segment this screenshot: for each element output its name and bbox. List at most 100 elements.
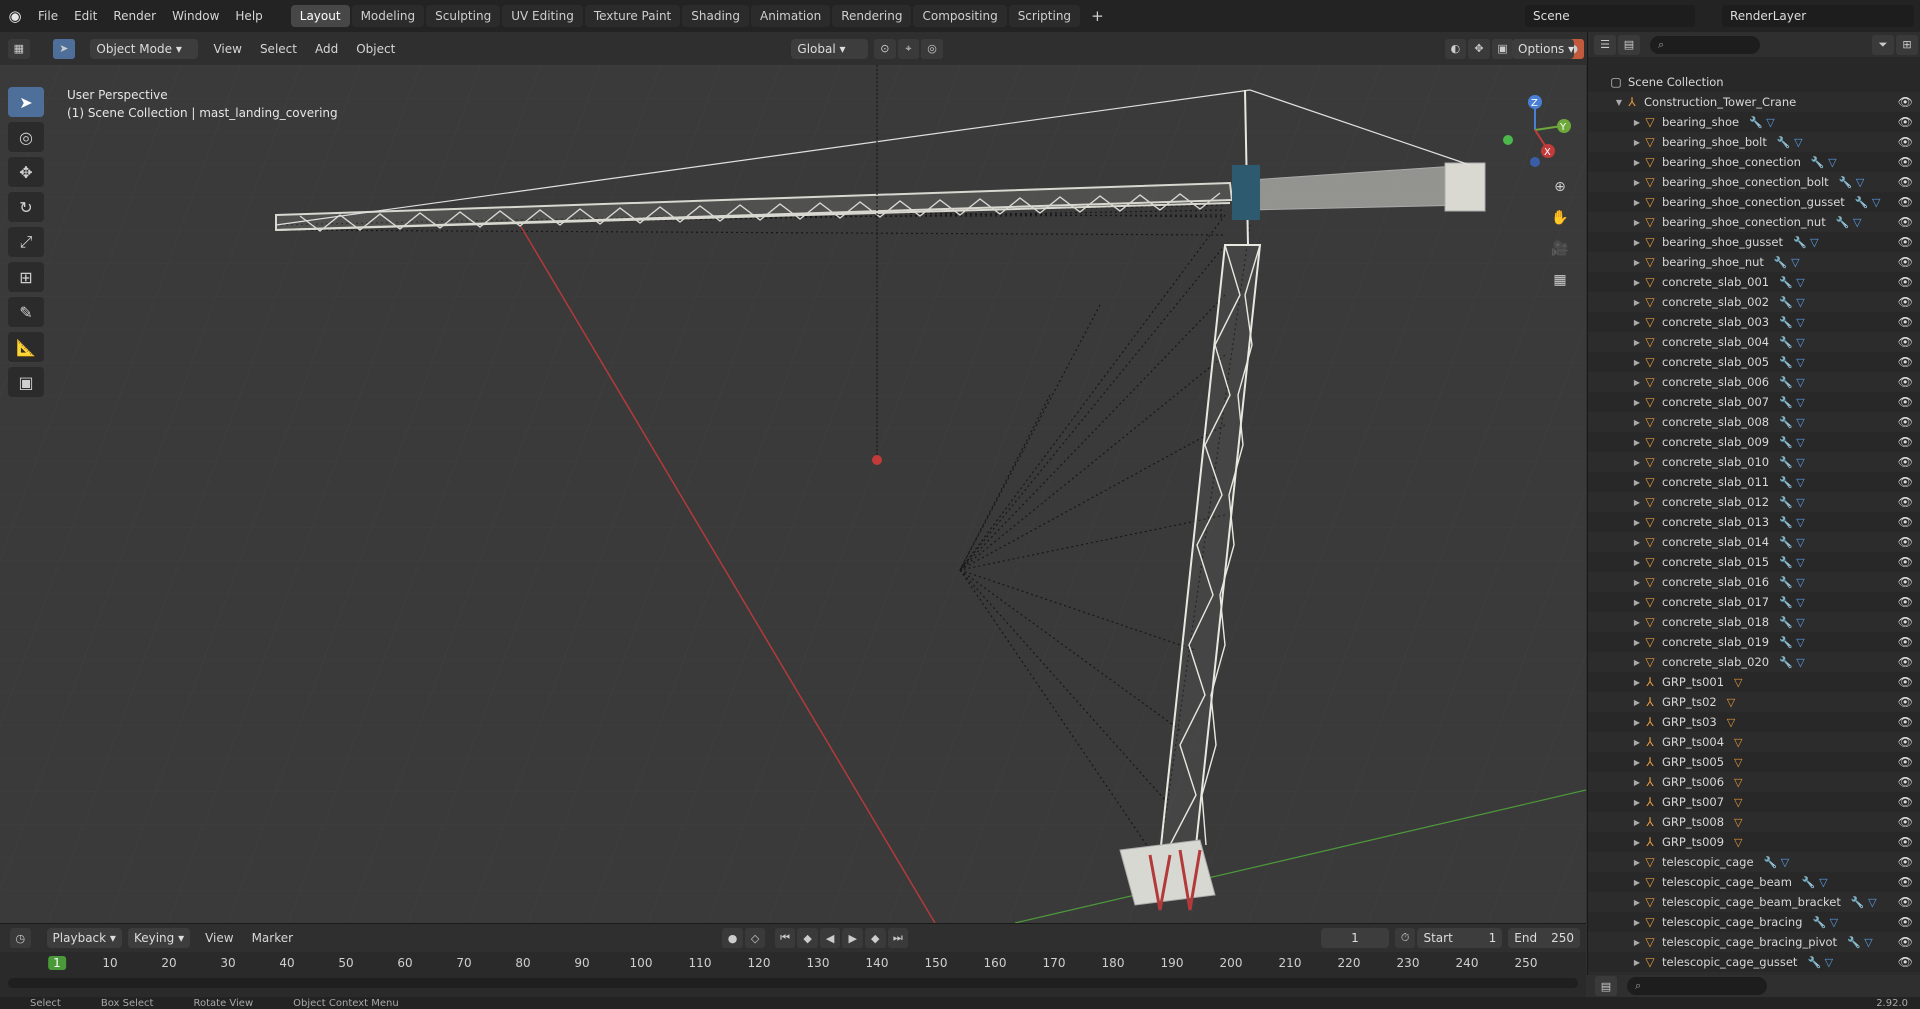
outliner-item[interactable]: ▶ ▽ concrete_slab_014 🔧 ▽ 👁 [1588,532,1920,552]
visibility-eye-icon[interactable]: 👁 [1898,775,1913,789]
expand-icon[interactable]: ▶ [1632,198,1642,207]
select-tool-icon[interactable]: ➤ [8,87,44,117]
gizmo-icon[interactable]: ✥ [1468,38,1490,59]
playback-dropdown[interactable]: Playback ▾ [46,928,122,948]
outliner-editor-icon[interactable]: ☰ [1594,34,1616,55]
outliner-item[interactable]: ▶ ▽ bearing_shoe_nut 🔧 ▽ 👁 [1588,252,1920,272]
outliner-item[interactable]: ▶ ⅄ GRP_ts005 ▽ 👁 [1588,752,1920,772]
modifier-icon[interactable]: 🔧 ▽ [1779,616,1805,629]
expand-icon[interactable]: ▶ [1632,298,1642,307]
visibility-eye-icon[interactable]: 👁 [1898,835,1913,849]
pan-hand-icon[interactable]: ✋ [1546,204,1574,232]
outliner-item[interactable]: ▶ ▽ concrete_slab_006 🔧 ▽ 👁 [1588,372,1920,392]
visibility-eye-icon[interactable]: 👁 [1898,495,1913,509]
expand-icon[interactable]: ▶ [1632,538,1642,547]
outliner-item[interactable]: ▶ ▽ bearing_shoe_conection_bolt 🔧 ▽ 👁 [1588,172,1920,192]
modifier-icon[interactable]: 🔧 ▽ [1764,856,1790,869]
expand-icon[interactable]: ▶ [1632,178,1642,187]
menu-help[interactable]: Help [227,0,270,32]
visibility-eye-icon[interactable]: 👁 [1898,475,1913,489]
blender-logo-icon[interactable]: ◉ [0,0,30,32]
expand-icon[interactable]: ▶ [1632,918,1642,927]
orientation-dropdown[interactable]: Global ▾ [791,38,869,59]
modifier-icon[interactable]: 🔧 ▽ [1779,596,1805,609]
tab-layout[interactable]: Layout [290,5,350,27]
collection-row[interactable]: ▼ ⅄ Construction_Tower_Crane 👁 [1588,92,1920,112]
visibility-eye-icon[interactable]: 👁 [1898,955,1913,969]
tab-shading[interactable]: Shading [682,5,749,27]
expand-icon[interactable]: ▶ [1632,438,1642,447]
modifier-icon[interactable]: 🔧 ▽ [1836,216,1862,229]
child-mesh-icon[interactable]: ▽ [1734,676,1742,689]
menu-select[interactable]: Select [251,42,306,56]
expand-icon[interactable]: ▶ [1632,338,1642,347]
expand-icon[interactable]: ▶ [1632,718,1642,727]
visibility-eye-icon[interactable]: 👁 [1898,395,1913,409]
visibility-eye-icon[interactable]: 👁 [1898,215,1913,229]
use-preview-range-icon[interactable]: ⏱ [1394,928,1416,948]
visibility-eye-icon[interactable]: 👁 [1898,695,1913,709]
outliner-item[interactable]: ▶ ▽ bearing_shoe_gusset 🔧 ▽ 👁 [1588,232,1920,252]
visibility-eye-icon[interactable]: 👁 [1898,735,1913,749]
expand-icon[interactable]: ▶ [1632,518,1642,527]
expand-icon[interactable]: ▶ [1632,458,1642,467]
neg-y-axis-icon[interactable] [1503,135,1513,145]
visibility-eye-icon[interactable]: 👁 [1898,515,1913,529]
expand-icon[interactable]: ▶ [1632,318,1642,327]
outliner-item[interactable]: ▶ ▽ concrete_slab_012 🔧 ▽ 👁 [1588,492,1920,512]
properties-editor-icon[interactable]: ▤ [1595,976,1617,996]
expand-icon[interactable]: ▶ [1632,418,1642,427]
outliner-item[interactable]: ▶ ▽ telescopic_cage_bracing_pivot 🔧 ▽ 👁 [1588,932,1920,952]
visibility-eye-icon[interactable]: 👁 [1898,875,1913,889]
tab-texture-paint[interactable]: Texture Paint [584,5,681,27]
visibility-eye-icon[interactable]: 👁 [1898,435,1913,449]
expand-icon[interactable]: ▶ [1632,838,1642,847]
outliner-item[interactable]: ▶ ▽ bearing_shoe_bolt 🔧 ▽ 👁 [1588,132,1920,152]
timeline-scrollbar[interactable] [8,978,1578,988]
menu-add[interactable]: Add [306,42,347,56]
outliner-item[interactable]: ▶ ▽ concrete_slab_011 🔧 ▽ 👁 [1588,472,1920,492]
tab-animation[interactable]: Animation [751,5,831,27]
modifier-icon[interactable]: 🔧 ▽ [1779,496,1805,509]
camera-icon[interactable]: 🎥 [1546,235,1574,263]
visibility-eye-icon[interactable]: 👁 [1898,575,1913,589]
modifier-icon[interactable]: 🔧 ▽ [1779,376,1805,389]
expand-icon[interactable]: ▶ [1632,258,1642,267]
visibility-eye-icon[interactable]: 👁 [1898,115,1913,129]
expand-icon[interactable]: ▶ [1632,678,1642,687]
expand-icon[interactable]: ▶ [1632,858,1642,867]
expand-icon[interactable]: ▶ [1632,958,1642,967]
expand-icon[interactable]: ▶ [1632,798,1642,807]
visibility-eye-icon[interactable]: 👁 [1898,235,1913,249]
visibility-eye-icon[interactable]: 👁 [1898,415,1913,429]
outliner-item[interactable]: ▶ ⅄ GRP_ts02 ▽ 👁 [1588,692,1920,712]
outliner-item[interactable]: ▶ ▽ concrete_slab_001 🔧 ▽ 👁 [1588,272,1920,292]
tab-sculpting[interactable]: Sculpting [426,5,501,27]
expand-icon[interactable]: ▶ [1632,138,1642,147]
neg-z-axis-icon[interactable] [1530,157,1540,167]
modifier-icon[interactable]: 🔧 ▽ [1839,176,1865,189]
expand-icon[interactable]: ▶ [1632,778,1642,787]
modifier-icon[interactable]: 🔧 ▽ [1855,196,1881,209]
child-mesh-icon[interactable]: ▽ [1734,736,1742,749]
expand-icon[interactable]: ▶ [1632,218,1642,227]
visibility-eye-icon[interactable]: 👁 [1898,855,1913,869]
pivot-icon[interactable]: ⊙ [874,38,896,59]
prev-key-icon[interactable]: ◆ [797,928,818,948]
modifier-icon[interactable]: 🔧 ▽ [1779,396,1805,409]
expand-icon[interactable]: ▶ [1632,478,1642,487]
outliner-item[interactable]: ▶ ⅄ GRP_ts009 ▽ 👁 [1588,832,1920,852]
child-mesh-icon[interactable]: ▽ [1734,756,1742,769]
outliner-item[interactable]: ▶ ▽ concrete_slab_018 🔧 ▽ 👁 [1588,612,1920,632]
menu-edit[interactable]: Edit [66,0,105,32]
start-frame-field[interactable]: Start 1 [1417,928,1503,948]
visibility-eye-icon[interactable]: 👁 [1898,815,1913,829]
outliner-item[interactable]: ▶ ▽ bearing_shoe 🔧 ▽ 👁 [1588,112,1920,132]
end-frame-field[interactable]: End 250 [1508,928,1581,948]
outliner-item[interactable]: ▶ ▽ concrete_slab_003 🔧 ▽ 👁 [1588,312,1920,332]
jump-start-icon[interactable]: ⏮ [774,928,796,948]
expand-icon[interactable]: ▶ [1632,658,1642,667]
overlays-icon[interactable]: ◐ [1444,38,1467,59]
outliner-item[interactable]: ▶ ▽ bearing_shoe_conection 🔧 ▽ 👁 [1588,152,1920,172]
modifier-icon[interactable]: 🔧 ▽ [1774,256,1800,269]
